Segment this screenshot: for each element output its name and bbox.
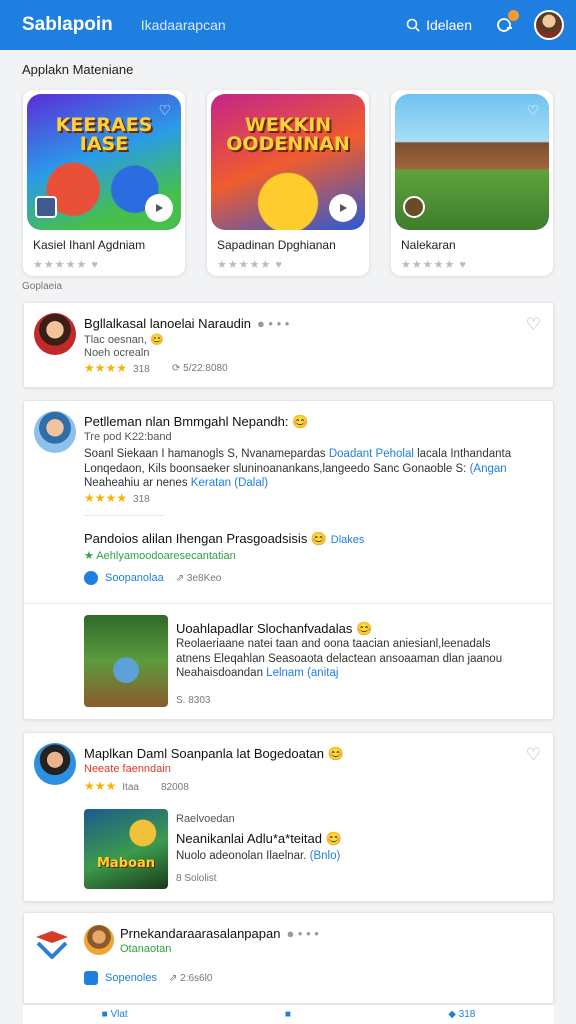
user-avatar[interactable] [534, 10, 564, 40]
play-button[interactable] [145, 194, 173, 222]
app-rating-1: ★★★★★ ♥ [33, 259, 99, 271]
play-button[interactable] [329, 194, 357, 222]
app-thumbnail-title-1: KEERAES IASE [55, 114, 153, 155]
post-card-4[interactable]: Prnekandaraarasalanpapan ● • • • Otanaota… [23, 912, 554, 1004]
post-subtitle[interactable]: Pandoios alilan Ihengan Prasgoadsisis 😊 … [84, 531, 364, 547]
section-title-text: Applakn Mateniane [22, 62, 134, 77]
author-avatar[interactable] [34, 411, 76, 453]
share-row[interactable]: Soopanolaa ⇗ 3e8Keo [84, 571, 221, 585]
app-thumbnail-title-2: WEKKIN OODENNAN [226, 114, 350, 155]
game-thumbnail[interactable] [84, 615, 168, 707]
post-link[interactable]: Keratan (Dalal) [191, 477, 268, 489]
post-body: Soanl Siekaan I hamanogls S, Nvanamepard… [84, 448, 512, 489]
like-icon[interactable]: ♡ [526, 315, 541, 335]
app-card-1[interactable]: KEERAES IASE ♡ Kasiel Ihanl Agdniam ★★★★… [23, 90, 185, 276]
bottom-action-1[interactable]: ■ Vlat [102, 1009, 128, 1020]
search-label: Idelaen [426, 17, 472, 33]
game-sub: Raelvoedan [176, 813, 235, 825]
search-icon [406, 18, 420, 32]
post-card-1[interactable]: Bgllalkasal lanoelai Naraudin ● • • • Tla… [23, 302, 554, 388]
post-sub: Tlac oesnan, 😊 [84, 334, 164, 346]
brand-logo-icon [36, 931, 68, 959]
like-icon[interactable]: ♡ [526, 745, 541, 765]
game-thumbnail[interactable]: Maboan [84, 809, 168, 889]
more-icon[interactable]: ● • • • [257, 316, 289, 331]
post-tag: ★ Aehlyamoodoaresecantatian [84, 550, 236, 562]
post-sub: Otanaotan [120, 943, 172, 955]
app-thumbnail-3: ♡ [395, 94, 549, 230]
game-meta: 8 Sololist [176, 873, 217, 884]
share-icon [84, 971, 98, 985]
app-name-2: Sapadinan Dpghianan [217, 238, 336, 252]
app-thumbnail-1: KEERAES IASE ♡ [27, 94, 181, 230]
app-name-3: Nalekaran [401, 238, 456, 252]
author-avatar[interactable] [34, 743, 76, 785]
notification-button[interactable] [494, 10, 519, 35]
app-card-3[interactable]: ♡ Nalekaran ★★★★★ ♥ [391, 90, 553, 276]
post-title[interactable]: Bgllalkasal lanoelai Naraudin ● • • • [84, 316, 289, 331]
app-badge-icon [35, 196, 57, 218]
search-button[interactable]: Idelaen [406, 17, 472, 33]
game-thumbnail-label: Maboan [97, 856, 155, 871]
post-card-3[interactable]: Maplkan Daml Soanpanla lat Bogedoatan 😊 … [23, 732, 554, 902]
post-title[interactable]: Prnekandaraarasalanpapan ● • • • [120, 926, 319, 941]
post-sub: Neeate faenndain [84, 763, 171, 775]
divider [24, 603, 555, 604]
app-thumbnail-2: WEKKIN OODENNAN [211, 94, 365, 230]
favorite-icon[interactable]: ♡ [158, 102, 171, 119]
game-title[interactable]: Uoahlapadlar Slochanfvadalas 😊 [176, 621, 372, 637]
share-row[interactable]: Sopenoles ⇗ 2:6s6l0 [84, 971, 212, 985]
app-rating-3: ★★★★★ ♥ [401, 259, 467, 271]
bottom-action-2[interactable]: ■ [285, 1009, 291, 1020]
app-badge-icon [403, 196, 425, 218]
app-rating-2: ★★★★★ ♥ [217, 259, 283, 271]
post-title[interactable]: Petlleman nlan Bmmgahl Nepandh: 😊 [84, 414, 308, 430]
notification-dot [508, 10, 519, 21]
app-name-1: Kasiel Ihanl Agdniam [33, 238, 146, 252]
divider [84, 515, 164, 516]
game-meta: S. 8303 [176, 695, 211, 706]
game-link[interactable]: Lelnam (anitaj [266, 667, 338, 679]
post-title[interactable]: Maplkan Daml Soanpanla lat Bogedoatan 😊 [84, 746, 344, 762]
post-meta: ⟳ 5/22:8080 [172, 363, 228, 374]
feed-label: Goplaeia [22, 281, 63, 292]
share-icon [84, 571, 98, 585]
post-sub: Tre pod K22:band [84, 431, 172, 443]
author-avatar[interactable] [84, 925, 114, 955]
author-avatar[interactable] [34, 313, 76, 355]
post-rating: ★★★★ 318 [84, 491, 150, 505]
post-card-2[interactable]: Petlleman nlan Bmmgahl Nepandh: 😊 Tre po… [23, 400, 555, 720]
more-icon[interactable]: ● • • • [286, 926, 318, 941]
post-link[interactable]: (Angan [470, 463, 507, 475]
app-subtitle[interactable]: Ikadaarapcan [141, 17, 226, 33]
app-brand[interactable]: Sablapoin [22, 14, 113, 36]
post-rating: ★★★★ 318 [84, 361, 150, 375]
play-icon [340, 204, 347, 212]
game-body: Reolaeriaane natei taan and oona taacian… [176, 638, 503, 679]
post-sub-2: Noeh ocrealn [84, 347, 150, 359]
section-title: Applakn Mateniane [22, 62, 133, 77]
game-title[interactable]: Neanikanlai Adlu*a*teitad 😊 [176, 831, 342, 847]
top-app-bar: Sablapoin Ikadaarapcan Idelaen [0, 0, 576, 50]
bottom-action-3[interactable]: ◆ 318 [448, 1009, 475, 1020]
game-link[interactable]: (Bnlo) [310, 850, 341, 862]
bottom-action-bar: ■ Vlat ■ ◆ 318 [23, 1004, 554, 1024]
post-link[interactable]: Doadant Peholal [329, 448, 414, 460]
favorite-icon[interactable]: ♡ [526, 102, 539, 119]
game-body: Nuolo adeonolan Ilaelnar. (Bnlo) [176, 850, 341, 862]
post-rating: ★★★ Itaa 82008 [84, 779, 189, 793]
app-card-2[interactable]: WEKKIN OODENNAN Sapadinan Dpghianan ★★★★… [207, 90, 369, 276]
play-icon [156, 204, 163, 212]
